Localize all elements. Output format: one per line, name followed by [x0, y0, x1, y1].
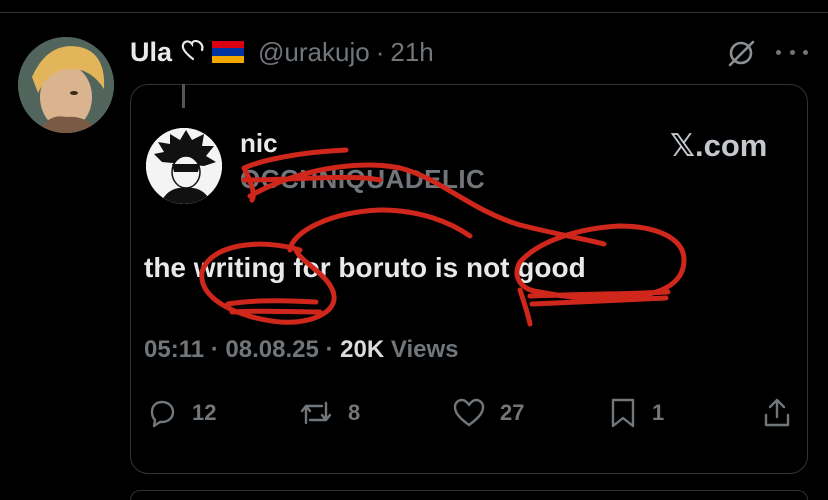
like-icon: [453, 398, 485, 427]
views-label: Views: [390, 336, 459, 363]
repost-button[interactable]: 8: [298, 396, 360, 430]
views-count: 20K: [340, 336, 385, 363]
post-time[interactable]: 21h: [390, 37, 433, 68]
quoted-tweet-text: the writing for boruto is not good: [144, 252, 586, 283]
reply-count: 12: [192, 400, 217, 425]
bookmark-icon: [611, 398, 635, 428]
reply-icon: [150, 400, 175, 428]
quoted-author-handle: OCCHNIQUADELIC: [240, 164, 486, 194]
armenia-flag-icon: [212, 41, 245, 63]
meta-separator: ·: [325, 336, 334, 363]
divider: [0, 12, 828, 13]
quoted-date: 08.08.25: [225, 336, 319, 363]
quoted-author-avatar: [146, 128, 222, 204]
x-logo-icon: 𝕏: [670, 128, 695, 164]
share-button[interactable]: [762, 396, 806, 430]
repost-icon: [300, 401, 332, 425]
heart-outline-icon: [180, 39, 206, 66]
like-count: 27: [500, 400, 525, 425]
bookmark-button[interactable]: 1: [608, 396, 664, 430]
quoted-author-name: nic: [240, 128, 278, 158]
quoted-tweet-meta: 05:11 · 08.08.25 · 20K Views: [144, 336, 458, 364]
grok-icon[interactable]: [726, 38, 756, 68]
author-avatar[interactable]: [18, 37, 114, 133]
share-icon: [764, 398, 790, 427]
bookmark-count: 1: [652, 400, 665, 425]
tweet-header: Ula @urakujo · 21h: [130, 34, 434, 70]
like-button[interactable]: 27: [452, 396, 524, 430]
repost-count: 8: [348, 400, 361, 425]
separator-dot: ·: [375, 36, 385, 67]
reply-button[interactable]: 12: [146, 396, 216, 430]
meta-separator: ·: [210, 336, 219, 363]
more-icon[interactable]: [776, 38, 808, 66]
next-card-edge: [130, 490, 808, 500]
author-name[interactable]: Ula: [130, 37, 172, 68]
domain-suffix: .com: [694, 128, 768, 163]
source-domain: 𝕏.com: [670, 128, 767, 164]
author-handle[interactable]: @urakujo: [258, 37, 370, 68]
thread-line: [182, 84, 185, 108]
quoted-time: 05:11: [144, 336, 205, 363]
